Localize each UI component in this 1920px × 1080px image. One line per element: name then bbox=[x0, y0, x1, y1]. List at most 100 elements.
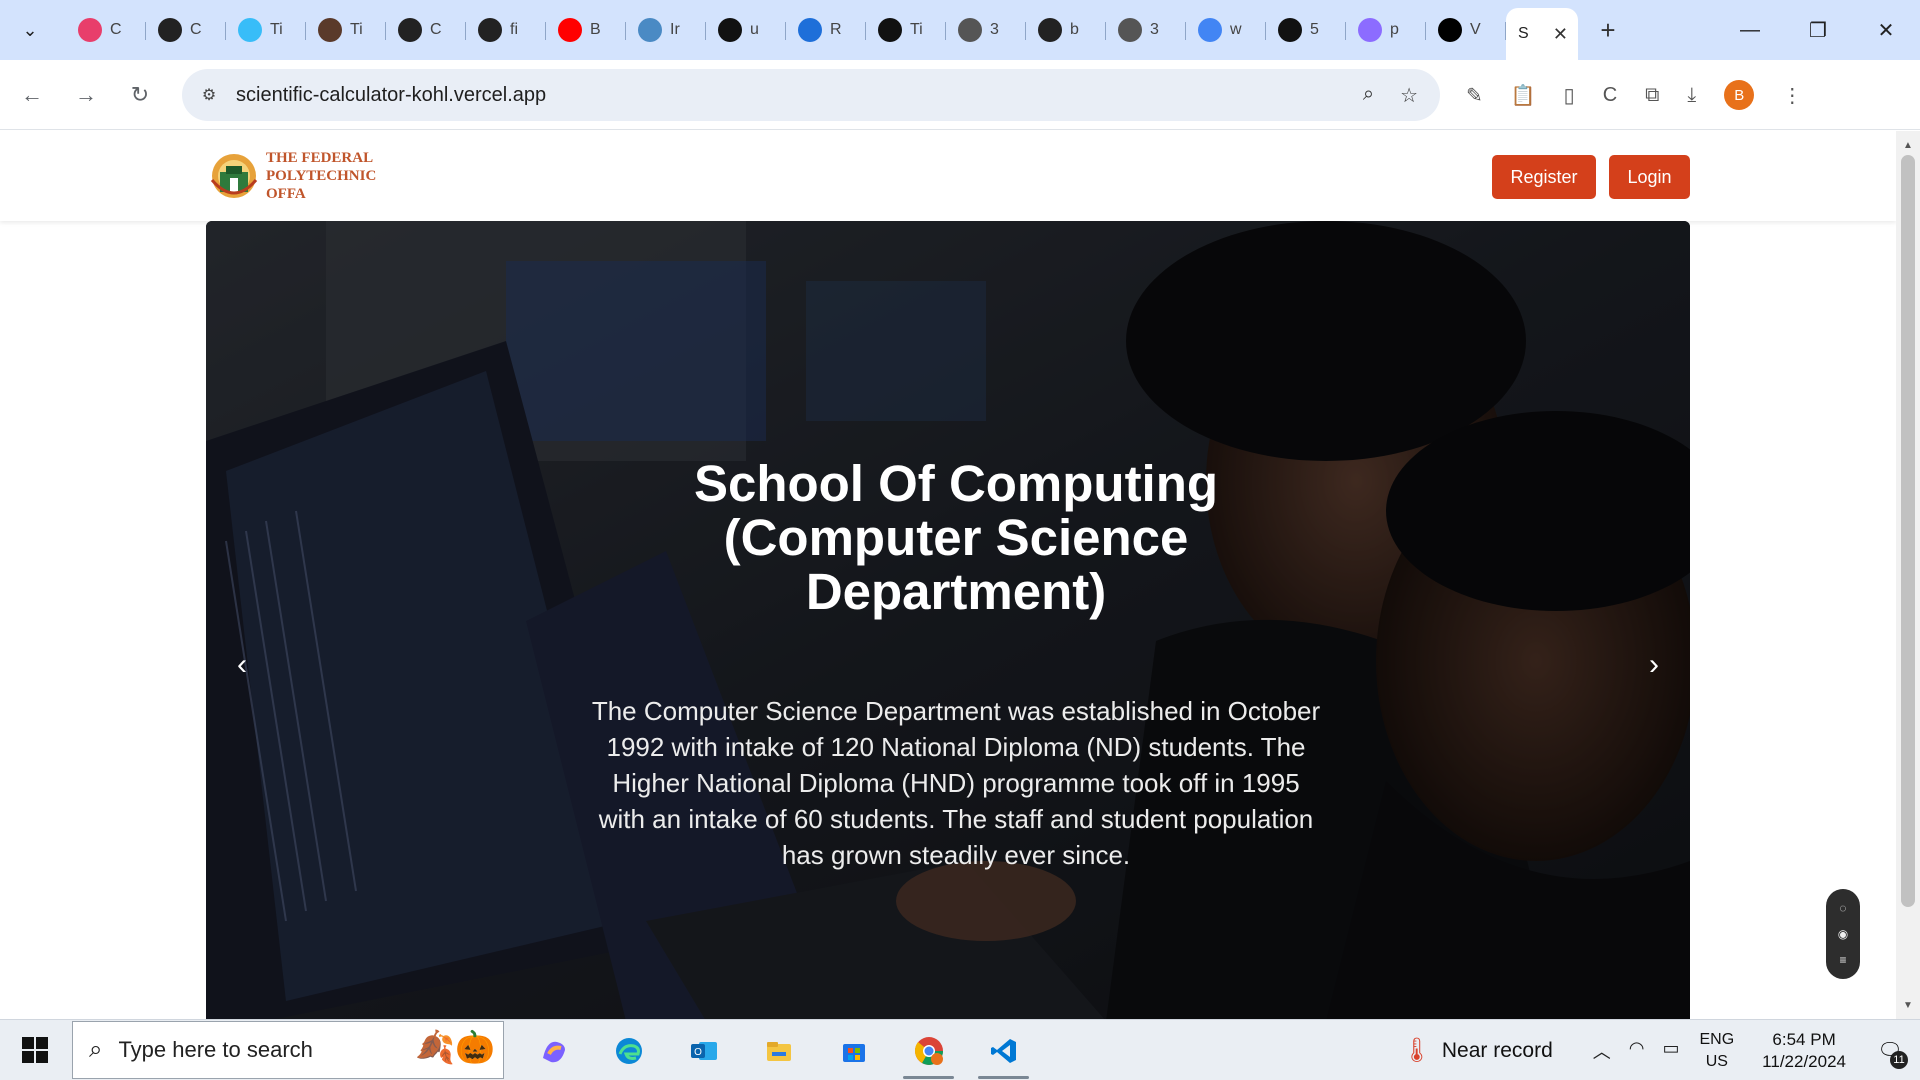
tab[interactable]: R bbox=[786, 8, 866, 52]
tab-list: C C Ti Ti Cfi B Ir u R Ti 3 b 3 w 5 p V bbox=[66, 0, 1506, 60]
tab-label: Ir bbox=[670, 21, 680, 38]
login-button[interactable]: Login bbox=[1609, 155, 1690, 199]
file-explorer-icon[interactable] bbox=[741, 1020, 816, 1080]
notification-center-button[interactable]: 🗨 11 bbox=[1870, 1031, 1910, 1071]
carousel-next-button[interactable]: › bbox=[1634, 645, 1674, 685]
system-tray: 🌡 Near record ︿ ◠ ▭ ENG US 6:54 PM 11/22… bbox=[1401, 1020, 1920, 1080]
reload-button[interactable]: ↻ bbox=[118, 73, 162, 117]
globe-icon bbox=[958, 18, 982, 42]
scroll-up-arrow-icon[interactable]: ▲ bbox=[1896, 135, 1920, 155]
hero-overlay bbox=[206, 221, 1690, 1019]
tab[interactable]: b bbox=[1026, 8, 1106, 52]
clipboard-extension-icon[interactable]: 📋 bbox=[1511, 83, 1536, 108]
eyedropper-extension-icon[interactable]: ✎ bbox=[1466, 83, 1483, 108]
taskbar-search-box[interactable]: ⌕ Type here to search 🍂🎃 bbox=[72, 1021, 504, 1079]
battery-icon[interactable]: ▭ bbox=[1662, 1038, 1679, 1064]
close-window-button[interactable]: ✕ bbox=[1852, 0, 1920, 60]
clock[interactable]: 6:54 PM 11/22/2024 bbox=[1762, 1029, 1846, 1073]
github-icon bbox=[398, 18, 422, 42]
medium-icon bbox=[878, 18, 902, 42]
site-info-icon[interactable]: ⚙ bbox=[192, 78, 226, 112]
forward-button[interactable]: → bbox=[64, 73, 108, 117]
page-scrollbar[interactable]: ▲ ▼ bbox=[1896, 131, 1920, 1019]
tab-label: 5 bbox=[1310, 21, 1319, 38]
tab-label: 3 bbox=[990, 21, 999, 38]
chatgpt-icon bbox=[158, 18, 182, 42]
carousel-prev-button[interactable]: ‹ bbox=[222, 645, 262, 685]
chrome-icon[interactable] bbox=[891, 1020, 966, 1080]
active-tab-label: S bbox=[1518, 25, 1529, 42]
logo-line-1: THE FEDERAL bbox=[266, 150, 374, 166]
window-controls: — ❐ ✕ bbox=[1716, 0, 1920, 60]
tab[interactable]: C bbox=[386, 8, 466, 52]
restore-button[interactable]: ❐ bbox=[1784, 0, 1852, 60]
scroll-down-arrow-icon[interactable]: ▼ bbox=[1896, 995, 1920, 1015]
tab[interactable]: 5 bbox=[1266, 8, 1346, 52]
tab[interactable]: B bbox=[546, 8, 626, 52]
tab[interactable]: V bbox=[1426, 8, 1506, 52]
logo-line-3: OFFA bbox=[266, 186, 306, 202]
vscode-icon[interactable] bbox=[966, 1020, 1041, 1080]
terminal-icon bbox=[718, 18, 742, 42]
google-icon bbox=[1198, 18, 1222, 42]
edge-icon[interactable] bbox=[591, 1020, 666, 1080]
tab-label: 3 bbox=[1150, 21, 1159, 38]
tab[interactable]: 3 bbox=[946, 8, 1026, 52]
profile-avatar[interactable]: B bbox=[1724, 80, 1755, 110]
zoom-icon[interactable]: ⌕ bbox=[1363, 83, 1374, 108]
back-button[interactable]: ← bbox=[10, 73, 54, 117]
bookmark-star-icon[interactable]: ☆ bbox=[1400, 83, 1418, 108]
weather-text: Near record bbox=[1441, 1038, 1553, 1062]
tab-search-button[interactable]: ⌄ bbox=[8, 8, 52, 52]
register-button[interactable]: Register bbox=[1492, 155, 1596, 199]
tab[interactable]: u bbox=[706, 8, 786, 52]
tab[interactable]: Ti bbox=[866, 8, 946, 52]
web-page: THE FEDERAL POLYTECHNIC OFFA Register Lo… bbox=[0, 131, 1920, 1019]
tab[interactable]: p bbox=[1346, 8, 1426, 52]
puzzle-extensions-icon[interactable]: ⧉ bbox=[1645, 84, 1659, 107]
eye-icon[interactable]: ◉ bbox=[1838, 927, 1848, 941]
tab-label: V bbox=[1470, 21, 1481, 38]
address-bar[interactable]: ⚙ scientific-calculator-kohl.vercel.app … bbox=[182, 69, 1440, 121]
document-extension-icon[interactable]: ▯ bbox=[1564, 83, 1575, 108]
start-button[interactable] bbox=[0, 1020, 70, 1080]
tab-active[interactable]: S ✕ bbox=[1506, 8, 1578, 60]
close-icon[interactable]: ✕ bbox=[1553, 24, 1568, 45]
tab[interactable]: C bbox=[146, 8, 226, 52]
tab[interactable]: Ir bbox=[626, 8, 706, 52]
windows-logo-icon bbox=[22, 1037, 48, 1063]
search-placeholder: Type here to search bbox=[118, 1037, 313, 1062]
vercel-icon bbox=[1438, 18, 1462, 42]
wifi-icon[interactable]: ◠ bbox=[1629, 1038, 1645, 1064]
tab[interactable]: 3 bbox=[1106, 8, 1186, 52]
url-text[interactable]: scientific-calculator-kohl.vercel.app bbox=[236, 84, 546, 107]
css-extension-icon[interactable]: C bbox=[1603, 84, 1617, 107]
tray-icons: ︿ ◠ ▭ bbox=[1593, 1038, 1680, 1064]
tab-label: Ti bbox=[350, 21, 363, 38]
menu-kebab-icon[interactable]: ⋮ bbox=[1782, 83, 1802, 108]
extensions-area: ✎ 📋 ▯ C ⧉ ⤓ B ⋮ bbox=[1466, 77, 1802, 113]
tab[interactable]: Ti bbox=[226, 8, 306, 52]
tab-label: C bbox=[430, 21, 442, 38]
language-indicator[interactable]: ENG US bbox=[1700, 1029, 1735, 1073]
microsoft-store-icon[interactable] bbox=[816, 1020, 891, 1080]
chevron-up-icon[interactable]: ︿ bbox=[1593, 1038, 1611, 1064]
copilot-icon[interactable] bbox=[516, 1020, 591, 1080]
tab[interactable]: C bbox=[66, 8, 146, 52]
site-header: THE FEDERAL POLYTECHNIC OFFA Register Lo… bbox=[0, 131, 1896, 221]
tab[interactable]: w bbox=[1186, 8, 1266, 52]
minimize-button[interactable]: — bbox=[1716, 0, 1784, 60]
vite-icon bbox=[1358, 18, 1382, 42]
list-icon[interactable]: ≡ bbox=[1839, 953, 1846, 967]
download-icon[interactable]: ⤓ bbox=[1687, 84, 1696, 107]
canva-icon bbox=[78, 18, 102, 42]
outlook-icon[interactable]: O bbox=[666, 1020, 741, 1080]
taskbar-apps: O bbox=[516, 1020, 1041, 1080]
site-logo[interactable]: THE FEDERAL POLYTECHNIC OFFA bbox=[206, 149, 376, 203]
tab[interactable]: Ti bbox=[306, 8, 386, 52]
tab[interactable]: fi bbox=[466, 8, 546, 52]
scrollbar-thumb[interactable] bbox=[1901, 155, 1915, 907]
chat-icon[interactable]: ◌ bbox=[1839, 901, 1846, 915]
weather-widget[interactable]: 🌡 Near record bbox=[1401, 1036, 1552, 1065]
new-tab-button[interactable]: + bbox=[1588, 10, 1628, 50]
